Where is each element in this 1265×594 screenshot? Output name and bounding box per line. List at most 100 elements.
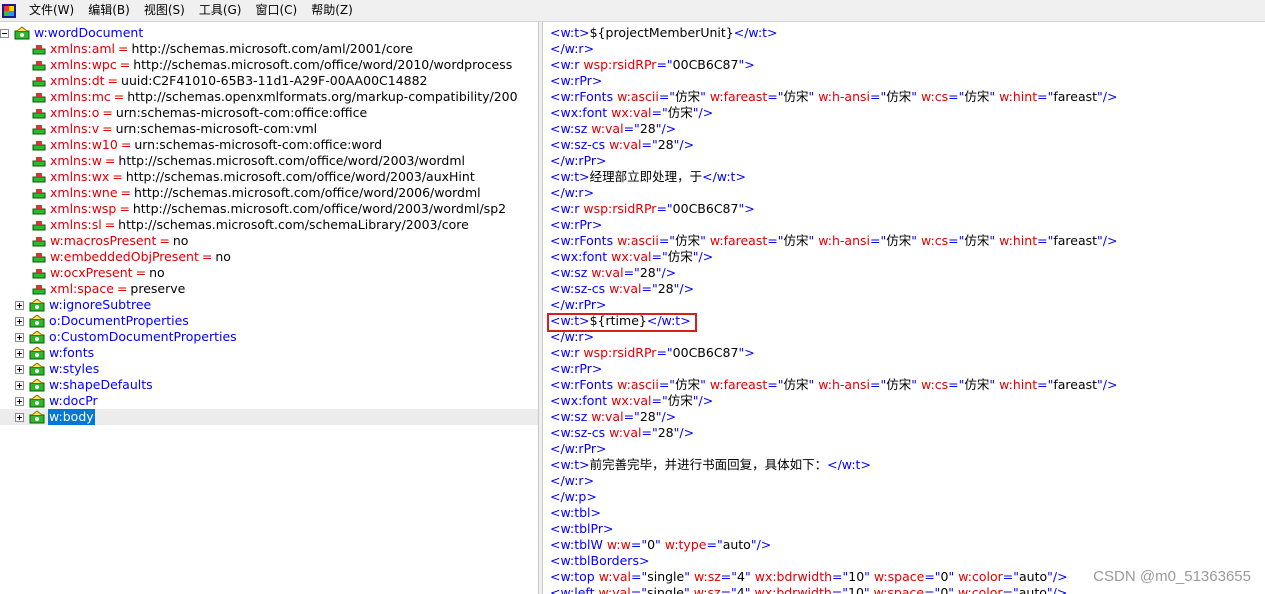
collapse-icon[interactable] [0,28,9,38]
xml-token: " [989,233,1000,248]
xml-token: 仿宋 [783,377,809,392]
xml-line: <w:r wsp:rsidRPr="00CB6C87"> [550,57,755,73]
xml-token: "/> [1046,585,1068,594]
attribute-name: w:embeddedObjPresent [50,249,199,264]
xml-token: 00CB6C87 [672,201,739,216]
tree-attribute[interactable]: xmlns:dt = uuid:C2F41010-65B3-11d1-A29F-00… [31,73,428,89]
xml-line: <w:rPr> [550,217,602,233]
xml-token: auto [1019,569,1048,584]
xml-token: w:val [609,425,642,440]
tree-node-child[interactable]: w:shapeDefaults [15,377,154,393]
tree-view[interactable]: w:wordDocument xmlns:aml = http://schemas.m… [0,22,538,594]
xml-token: =" [870,377,887,392]
xml-line: <w:sz w:val="28"/> [550,409,676,425]
tree-attribute[interactable]: xmlns:o = urn:schemas-microsoft-com:office… [31,105,367,121]
xml-token: =" [656,345,673,360]
xml-token: <w:tblPr> [550,521,614,536]
xml-token: 10 [848,585,864,594]
xml-token: =" [651,393,668,408]
xml-token: 仿宋 [667,393,693,408]
tree-attribute[interactable]: xmlns:w = http://schemas.microsoft.com/off… [31,153,465,169]
xml-token: =" [1002,569,1019,584]
xml-token: =" [870,233,887,248]
attribute-name: xmlns:w10 [50,137,118,152]
xml-token: 0 [647,537,656,552]
tree-attribute[interactable]: xmlns:aml = http://schemas.microsoft.com/a… [31,41,413,57]
expand-icon[interactable] [15,316,24,326]
menu-edit[interactable]: 编辑(B) [81,0,137,21]
tree-node-child[interactable]: w:docPr [15,393,99,409]
tree-node-child[interactable]: w:body [0,409,538,425]
element-name: w:ignoreSubtree [49,297,152,312]
xml-token: 前完善完毕，并进行书面回复，具体如下： [589,457,828,472]
xml-token: " [700,89,710,104]
element-node-icon [29,298,45,312]
xml-token: "/> [1097,233,1118,248]
xml-token: single [647,569,685,584]
xml-token: w:ascii [617,89,659,104]
xml-source-view[interactable]: <w:t>${projectMemberUnit}</w:t> </w:r> <w:… [543,22,1265,594]
expand-icon[interactable] [15,396,24,406]
xml-token: </w:t> [702,169,746,184]
xml-token: " [911,377,921,392]
xml-token: <w:t> [550,313,590,328]
expand-icon[interactable] [15,348,24,358]
expand-icon[interactable] [15,380,24,390]
tree-node-root[interactable]: w:wordDocument [0,25,144,41]
tree-attribute[interactable]: w:embeddedObjPresent = no [31,249,231,265]
tree-attribute[interactable]: w:ocxPresent = no [31,265,165,281]
menu-tools[interactable]: 工具(G) [192,0,249,21]
xml-token: 仿宋 [886,377,912,392]
xml-token: 仿宋 [783,233,809,248]
xml-line: <wx:font wx:val="仿宋"/> [550,249,713,265]
xml-token: 28 [657,425,674,440]
tree-attribute[interactable]: xmlns:wsp = http://schemas.microsoft.com/o… [31,201,506,217]
tree-attribute[interactable]: xmlns:v = urn:schemas-microsoft-com:vml [31,121,317,137]
xml-token: =" [641,137,658,152]
tree-node-child[interactable]: w:fonts [15,345,95,361]
element-name: w:fonts [49,345,95,360]
menu-file[interactable]: 文件(W) [22,0,81,21]
attribute-node-icon [32,253,46,263]
tree-attribute[interactable]: xmlns:w10 = urn:schemas-microsoft-com:offi… [31,137,382,153]
attribute-node-icon [32,141,46,151]
tree-attribute[interactable]: xmlns:mc = http://schemas.openxmlformats.o… [31,89,518,105]
expand-icon[interactable] [15,332,24,342]
tree-attribute[interactable]: xml:space = preserve [31,281,185,297]
expand-icon[interactable] [15,412,24,422]
attribute-name: xmlns:wne [50,185,118,200]
tree-attribute[interactable]: xmlns:wx = http://schemas.microsoft.com/of… [31,169,475,185]
attribute-equals: = [119,57,131,72]
xml-token: " [684,569,694,584]
xml-token: " [700,377,710,392]
xml-line: <w:left w:val="single" w:sz="4" wx:bdrwi… [550,585,1067,594]
xml-token: 仿宋 [667,105,693,120]
xml-token: </w:t> [827,457,871,472]
menu-help[interactable]: 帮助(Z) [304,0,360,21]
menu-window[interactable]: 窗口(C) [249,0,305,21]
xml-token: "/> [655,409,677,424]
element-node-icon [29,346,45,360]
app-icon [2,3,16,18]
xml-token: 仿宋 [783,89,809,104]
attribute-node-icon [32,125,46,135]
xml-token: =" [641,425,658,440]
tree-attribute[interactable]: w:macrosPresent = no [31,233,188,249]
tree-node-child[interactable]: w:styles [15,361,100,377]
xml-token: "> [738,345,755,360]
element-node-icon [29,394,45,408]
tree-attribute[interactable]: xmlns:sl = http://schemas.microsoft.com/sc… [31,217,469,233]
tree-node-child[interactable]: o:DocumentProperties [15,313,190,329]
tree-attribute[interactable]: xmlns:wne = http://schemas.microsoft.com/o… [31,185,481,201]
xml-line: <w:sz w:val="28"/> [550,265,676,281]
menu-view[interactable]: 视图(S) [137,0,192,21]
xml-line: <w:t>${projectMemberUnit}</w:t> [550,25,778,41]
expand-icon[interactable] [15,300,24,310]
expand-icon[interactable] [15,364,24,374]
xml-token: "> [738,57,755,72]
tree-attribute[interactable]: xmlns:wpc = http://schemas.microsoft.com/o… [31,57,512,73]
tree-node-child[interactable]: o:CustomDocumentProperties [15,329,238,345]
xml-token: 00CB6C87 [672,57,739,72]
tree-node-child[interactable]: w:ignoreSubtree [15,297,152,313]
xml-token: w:w [606,537,631,552]
